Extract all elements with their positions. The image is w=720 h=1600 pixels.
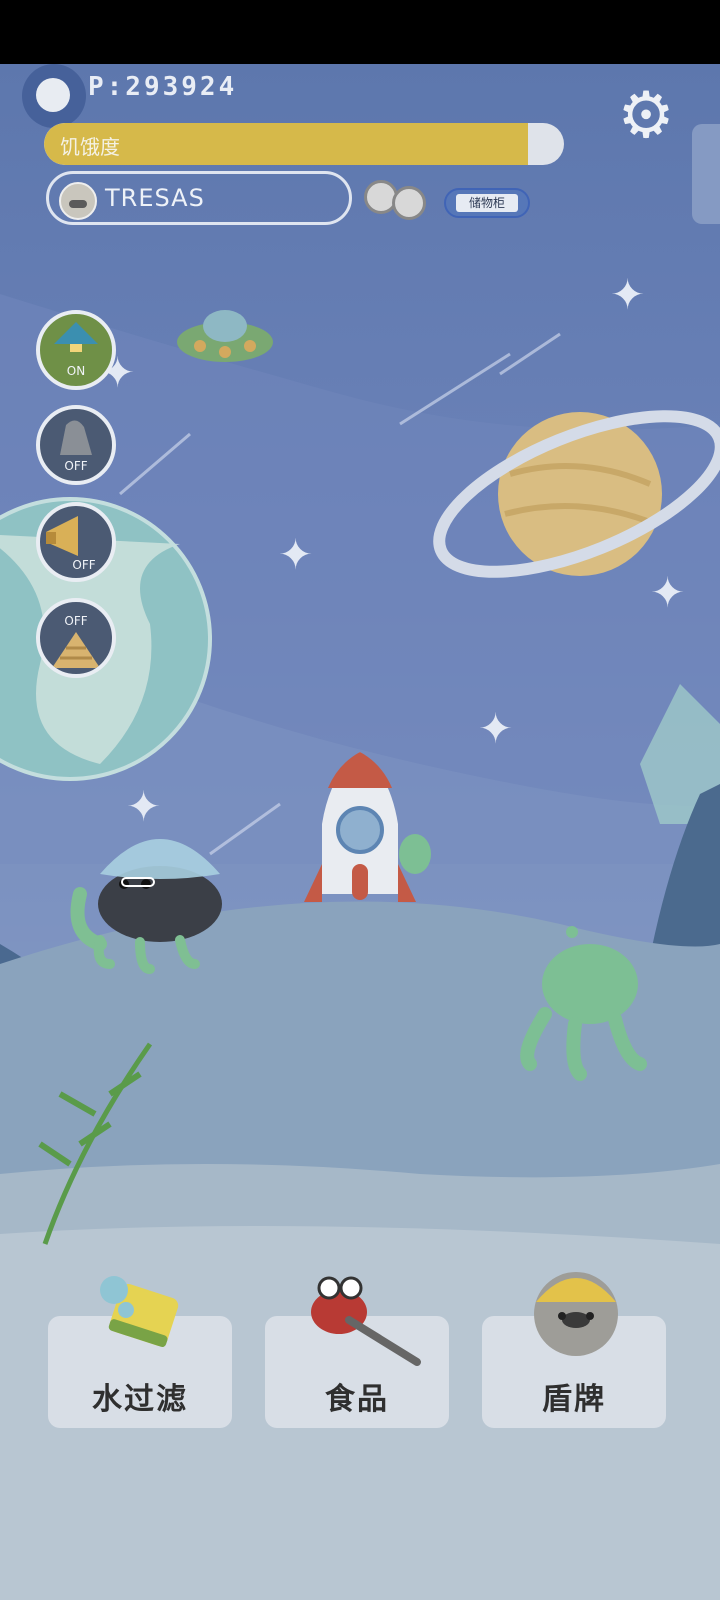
shield-button[interactable]: 盾牌 (482, 1272, 666, 1428)
shield-label: 盾牌 (542, 1382, 606, 1417)
sparkle-star-icon: ✦ (610, 270, 646, 319)
gear-icon[interactable]: ⚙ (614, 84, 678, 148)
menu-avatar-button[interactable] (22, 64, 86, 128)
water-filter-button[interactable]: 水过滤 (48, 1276, 232, 1428)
locker-label: 储物柜 (456, 194, 518, 212)
avatar-dot (36, 78, 70, 112)
food-label: 食品 (325, 1382, 389, 1417)
pet-name-field[interactable]: TRESAS (46, 171, 352, 225)
ufo (177, 310, 273, 362)
locker-button[interactable]: 储物柜 (444, 188, 530, 218)
crab-tongs-icon (311, 1276, 421, 1366)
sparkle-star-icon: ✦ (278, 530, 314, 579)
toggle-state: OFF (64, 614, 88, 628)
rock-toggle[interactable]: OFF (36, 405, 116, 485)
water-filter-label: 水过滤 (92, 1382, 188, 1417)
pet-name: TRESAS (105, 184, 205, 212)
hunger-bar: 饥饿度 (44, 123, 564, 165)
toggle-state: OFF (72, 558, 96, 572)
shell-icon (52, 632, 100, 668)
megaphone-toggle[interactable]: OFF (36, 502, 116, 582)
side-panel-tab[interactable] (692, 124, 720, 224)
food-button[interactable]: 食品 (265, 1276, 449, 1428)
lamp-toggle[interactable]: ON (36, 310, 116, 390)
toggle-state: OFF (64, 459, 88, 473)
shell-toggle[interactable]: OFF (36, 598, 116, 678)
sparkle-star-icon: ✦ (478, 704, 514, 753)
seal-avatar-icon (59, 182, 97, 220)
status-bar (0, 0, 720, 64)
game-screen: ✦ ✦ ✦ ✦ ✦ ✦ P:293924 ⚙ 饥饿度 TRESAS 储物柜 ON… (0, 0, 720, 1600)
toggle-state: ON (66, 364, 86, 378)
score-counter: P:293924 (88, 72, 238, 102)
coin-icon (392, 186, 426, 220)
helmet-seal-icon (534, 1272, 618, 1356)
sponge-icon (100, 1276, 179, 1348)
sparkle-star-icon: ✦ (126, 782, 162, 831)
sparkle-star-icon: ✦ (650, 568, 686, 617)
hunger-label: 饥饿度 (60, 135, 120, 159)
